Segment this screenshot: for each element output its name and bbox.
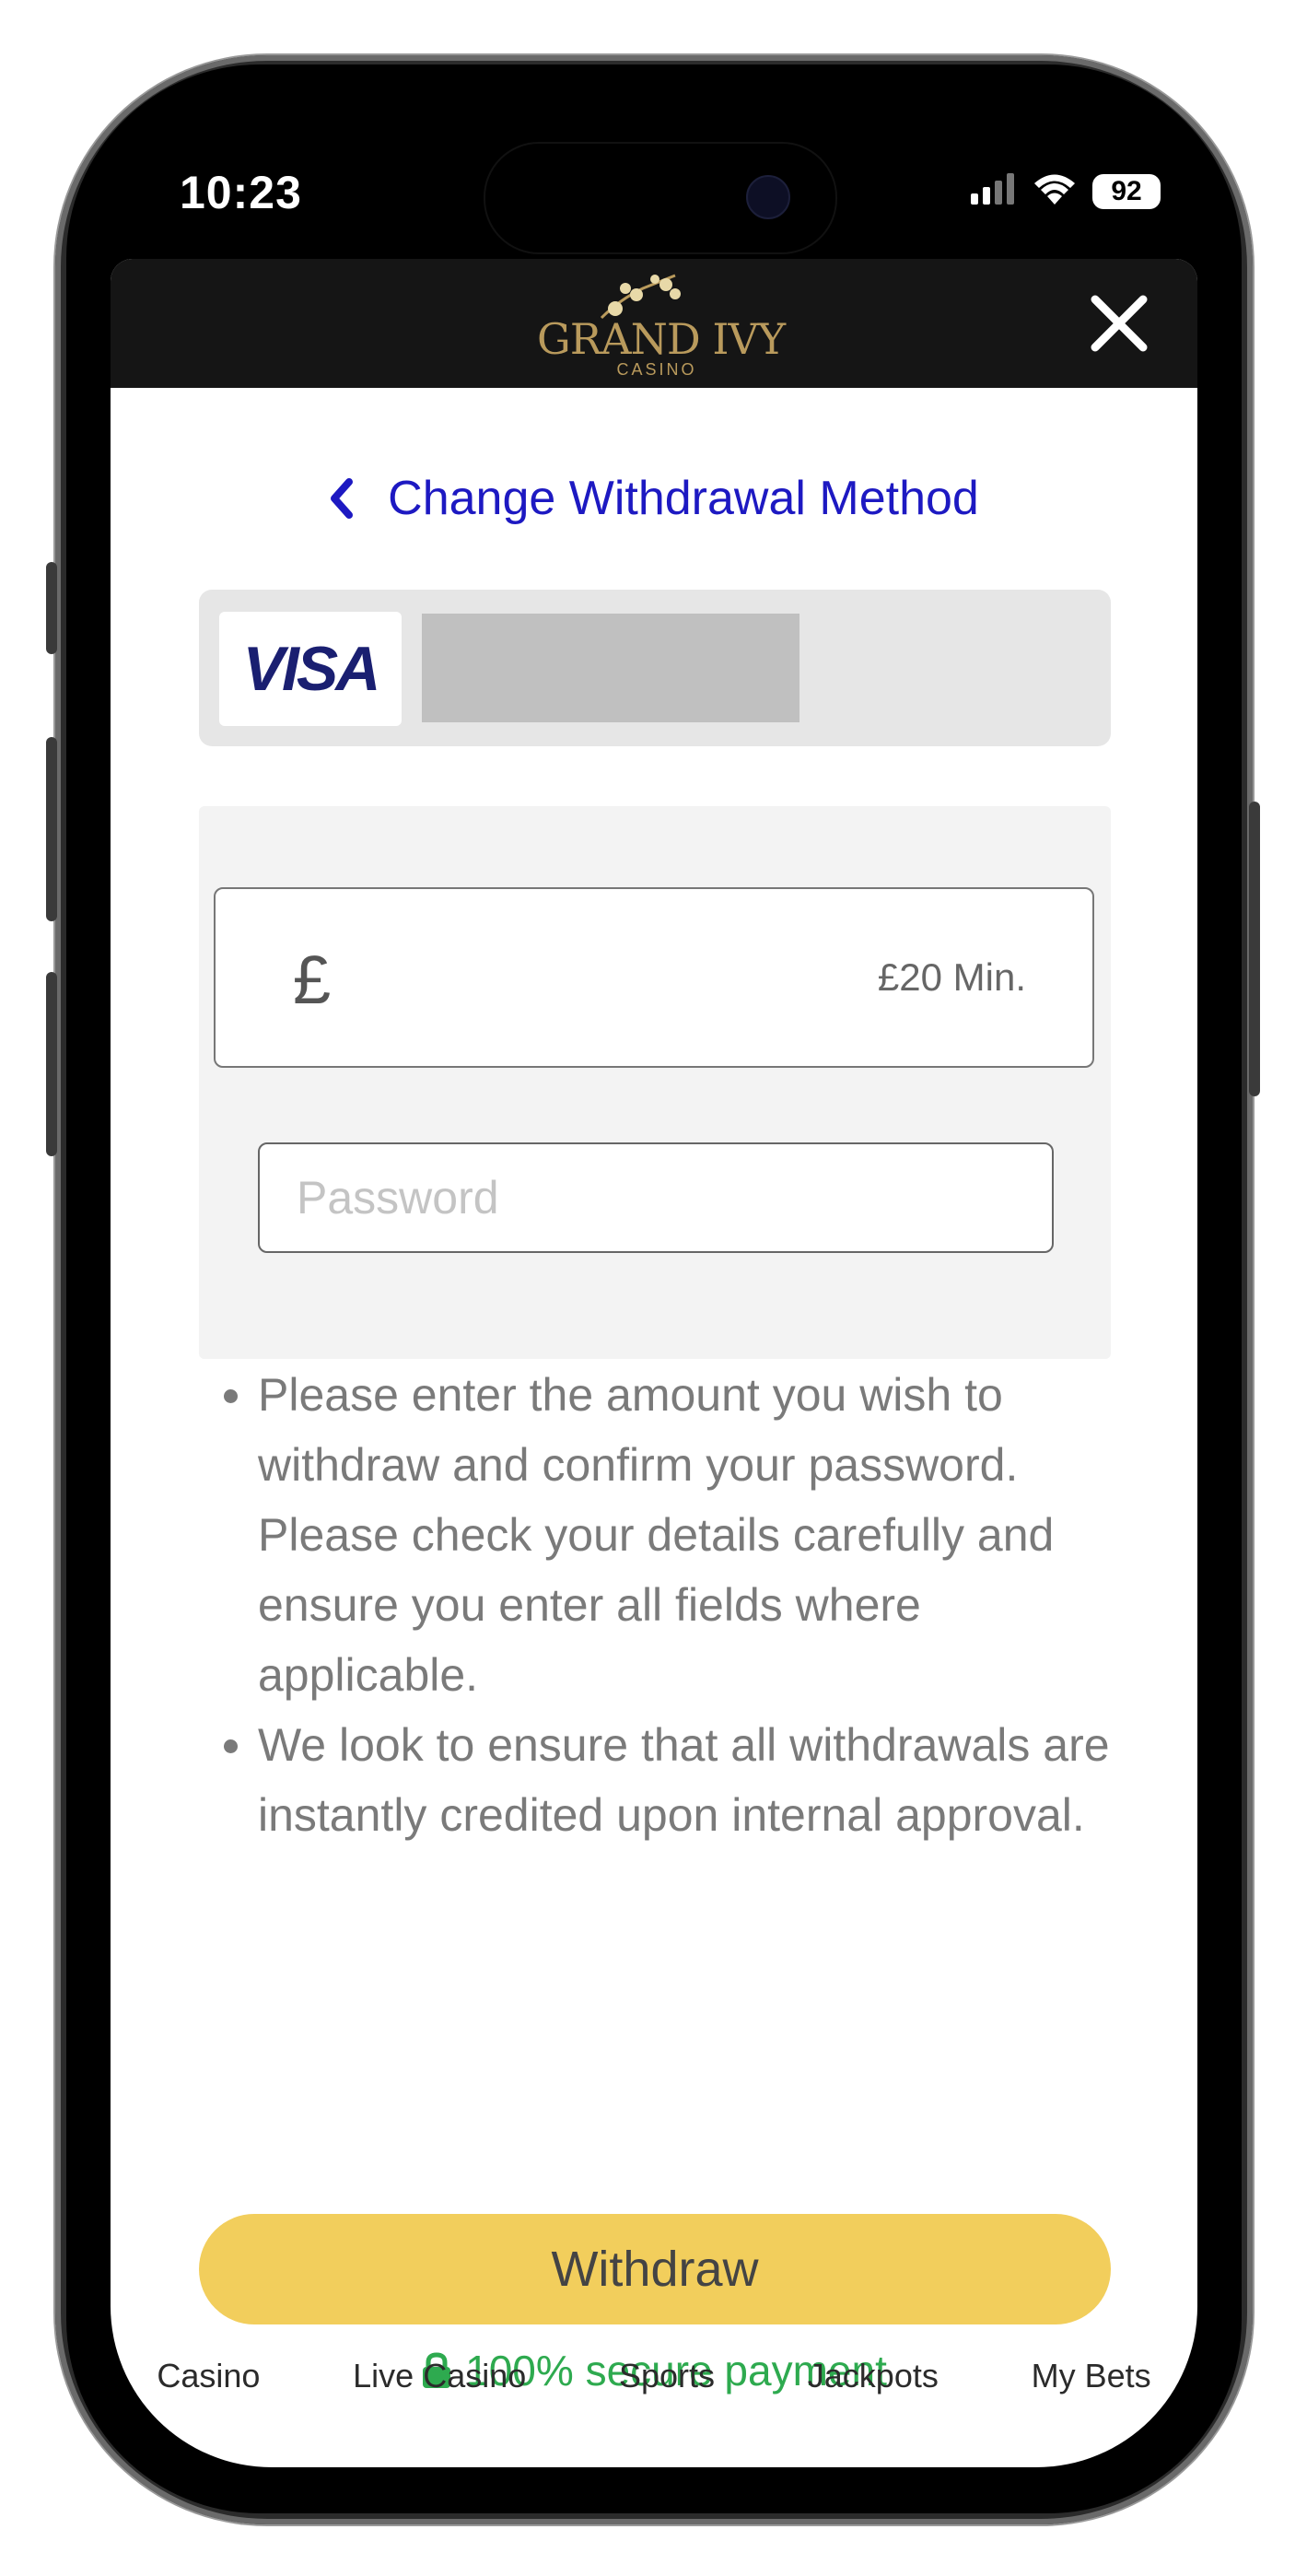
- status-icons: 92: [971, 173, 1161, 209]
- logo-subtext: CASINO: [616, 360, 697, 379]
- volume-up-button: [46, 737, 57, 921]
- close-icon: [1091, 295, 1148, 352]
- close-button[interactable]: [1082, 287, 1156, 360]
- power-button: [1249, 802, 1260, 1096]
- volume-down-button: [46, 972, 57, 1156]
- nav-item-casino[interactable]: Casino: [157, 2357, 260, 2430]
- masked-card-number: [422, 614, 799, 722]
- grand-ivy-logo: GRAND IVY CASINO: [537, 272, 786, 379]
- withdrawal-modal: GRAND IVY CASINO Change Withdrawal Metho…: [111, 259, 1197, 2467]
- chevron-left-icon: [331, 478, 354, 519]
- modal-header: GRAND IVY CASINO: [111, 259, 1197, 388]
- password-field[interactable]: [258, 1142, 1054, 1253]
- action-button: [46, 562, 57, 654]
- wifi-icon: [1033, 173, 1076, 209]
- change-method-label: Change Withdrawal Method: [388, 472, 979, 525]
- home-indicator[interactable]: [462, 2409, 849, 2424]
- minimum-amount-label: £20 Min.: [877, 955, 1026, 999]
- signal-icon: [971, 173, 1017, 209]
- status-time: 10:23: [180, 167, 302, 218]
- currency-symbol: £: [293, 942, 332, 1018]
- amount-field[interactable]: £ £20 Min.: [214, 887, 1094, 1068]
- info-item-amount: Please enter the amount you wish to with…: [258, 1360, 1120, 1710]
- change-method-link[interactable]: Change Withdrawal Method: [111, 471, 1197, 526]
- visa-brand: VISA: [242, 634, 381, 704]
- logo-text: GRAND IVY: [537, 314, 786, 364]
- nav-item-my-bets[interactable]: My Bets: [1032, 2357, 1151, 2430]
- info-item-credit: We look to ensure that all withdrawals a…: [258, 1710, 1120, 1850]
- camera: [746, 175, 790, 219]
- battery-indicator: 92: [1092, 173, 1161, 209]
- selected-card[interactable]: VISA: [199, 590, 1111, 746]
- withdraw-button[interactable]: Withdraw: [199, 2214, 1111, 2324]
- withdrawal-form: £ £20 Min.: [199, 806, 1111, 1359]
- screen: 10:23 92 GRAND IVY CASINO Change Withdra…: [111, 109, 1197, 2467]
- info-list: Please enter the amount you wish to with…: [199, 1360, 1120, 1850]
- visa-logo: VISA: [219, 612, 402, 726]
